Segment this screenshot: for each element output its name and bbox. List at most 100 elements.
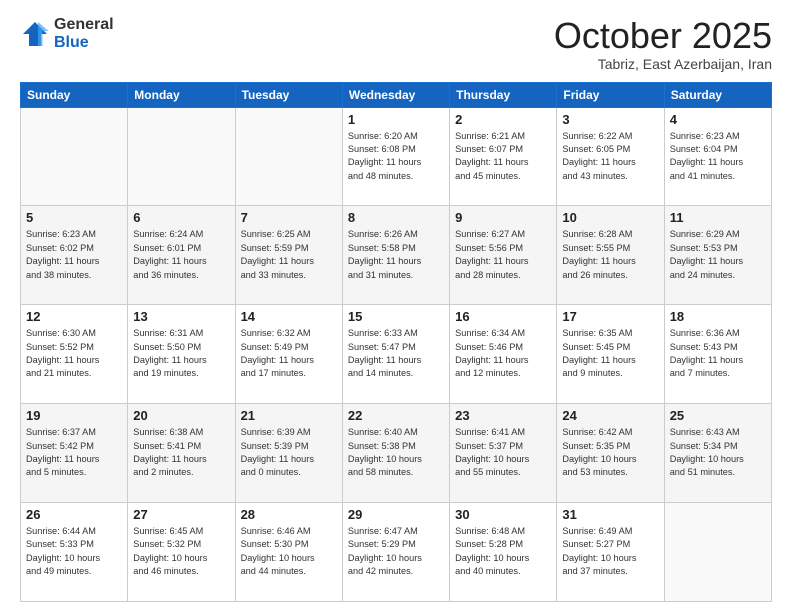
calendar-week-row: 19 Sunrise: 6:37 AM Sunset: 5:42 PM Dayli… [21,404,772,503]
calendar-cell: 30 Sunrise: 6:48 AM Sunset: 5:28 PM Dayli… [450,503,557,602]
calendar-cell: 14 Sunrise: 6:32 AM Sunset: 5:49 PM Dayli… [235,305,342,404]
calendar-cell: 15 Sunrise: 6:33 AM Sunset: 5:47 PM Dayli… [342,305,449,404]
calendar-cell: 19 Sunrise: 6:37 AM Sunset: 5:42 PM Dayli… [21,404,128,503]
day-number: 31 [562,507,658,522]
calendar-cell [235,107,342,206]
calendar-cell: 2Sunrise: 6:21 AM Sunset: 6:07 PM Daylig… [450,107,557,206]
day-number: 19 [26,408,122,423]
day-info: Sunrise: 6:23 AM Sunset: 6:04 PM Dayligh… [670,130,766,183]
day-number: 12 [26,309,122,324]
calendar-cell: 18 Sunrise: 6:36 AM Sunset: 5:43 PM Dayli… [664,305,771,404]
calendar-cell: 23 Sunrise: 6:41 AM Sunset: 5:37 PM Dayli… [450,404,557,503]
calendar-cell: 13 Sunrise: 6:31 AM Sunset: 5:50 PM Dayli… [128,305,235,404]
day-info: Sunrise: 6:48 AM Sunset: 5:28 PM Dayligh… [455,525,551,578]
day-info: Sunrise: 6:32 AM Sunset: 5:49 PM Dayligh… [241,327,337,380]
calendar-cell: 6Sunrise: 6:24 AM Sunset: 6:01 PM Daylig… [128,206,235,305]
calendar-cell: 1 Sunrise: 6:20 AM Sunset: 6:08 PM Daylig… [342,107,449,206]
day-info: Sunrise: 6:24 AM Sunset: 6:01 PM Dayligh… [133,228,229,281]
day-info: Sunrise: 6:47 AM Sunset: 5:29 PM Dayligh… [348,525,444,578]
header: General Blue October 2025 Tabriz, East A… [20,16,772,72]
day-number: 26 [26,507,122,522]
logo-icon [20,19,50,49]
calendar-cell [664,503,771,602]
day-number: 4 [670,112,766,127]
day-info: Sunrise: 6:36 AM Sunset: 5:43 PM Dayligh… [670,327,766,380]
day-number: 29 [348,507,444,522]
day-number: 3 [562,112,658,127]
day-number: 8 [348,210,444,225]
day-info: Sunrise: 6:41 AM Sunset: 5:37 PM Dayligh… [455,426,551,479]
calendar-cell: 21 Sunrise: 6:39 AM Sunset: 5:39 PM Dayli… [235,404,342,503]
logo: General Blue [20,16,114,52]
day-number: 7 [241,210,337,225]
day-number: 27 [133,507,229,522]
day-info: Sunrise: 6:27 AM Sunset: 5:56 PM Dayligh… [455,228,551,281]
day-info: Sunrise: 6:38 AM Sunset: 5:41 PM Dayligh… [133,426,229,479]
day-info: Sunrise: 6:25 AM Sunset: 5:59 PM Dayligh… [241,228,337,281]
day-info: Sunrise: 6:31 AM Sunset: 5:50 PM Dayligh… [133,327,229,380]
day-info: Sunrise: 6:22 AM Sunset: 6:05 PM Dayligh… [562,130,658,183]
calendar-cell: 3 Sunrise: 6:22 AM Sunset: 6:05 PM Daylig… [557,107,664,206]
day-number: 14 [241,309,337,324]
day-info: Sunrise: 6:37 AM Sunset: 5:42 PM Dayligh… [26,426,122,479]
day-number: 16 [455,309,551,324]
calendar-cell: 4 Sunrise: 6:23 AM Sunset: 6:04 PM Daylig… [664,107,771,206]
calendar-header-wednesday: Wednesday [342,82,449,107]
day-info: Sunrise: 6:43 AM Sunset: 5:34 PM Dayligh… [670,426,766,479]
calendar-cell: 11Sunrise: 6:29 AM Sunset: 5:53 PM Dayli… [664,206,771,305]
day-number: 5 [26,210,122,225]
day-info: Sunrise: 6:28 AM Sunset: 5:55 PM Dayligh… [562,228,658,281]
calendar-cell: 5 Sunrise: 6:23 AM Sunset: 6:02 PM Daylig… [21,206,128,305]
calendar-cell [128,107,235,206]
day-number: 2 [455,112,551,127]
day-number: 23 [455,408,551,423]
calendar-cell [21,107,128,206]
day-number: 18 [670,309,766,324]
day-number: 13 [133,309,229,324]
calendar-cell: 12 Sunrise: 6:30 AM Sunset: 5:52 PM Dayli… [21,305,128,404]
day-number: 15 [348,309,444,324]
location-subtitle: Tabriz, East Azerbaijan, Iran [554,56,772,72]
calendar-cell: 25 Sunrise: 6:43 AM Sunset: 5:34 PM Dayli… [664,404,771,503]
day-number: 10 [562,210,658,225]
day-number: 9 [455,210,551,225]
title-section: October 2025 Tabriz, East Azerbaijan, Ir… [554,16,772,72]
day-number: 22 [348,408,444,423]
day-info: Sunrise: 6:39 AM Sunset: 5:39 PM Dayligh… [241,426,337,479]
day-info: Sunrise: 6:29 AM Sunset: 5:53 PM Dayligh… [670,228,766,281]
calendar-header-tuesday: Tuesday [235,82,342,107]
calendar-header-sunday: Sunday [21,82,128,107]
calendar-cell: 24Sunrise: 6:42 AM Sunset: 5:35 PM Dayli… [557,404,664,503]
calendar-cell: 22Sunrise: 6:40 AM Sunset: 5:38 PM Dayli… [342,404,449,503]
day-info: Sunrise: 6:33 AM Sunset: 5:47 PM Dayligh… [348,327,444,380]
calendar-cell: 8Sunrise: 6:26 AM Sunset: 5:58 PM Daylig… [342,206,449,305]
day-info: Sunrise: 6:49 AM Sunset: 5:27 PM Dayligh… [562,525,658,578]
calendar-cell: 26Sunrise: 6:44 AM Sunset: 5:33 PM Dayli… [21,503,128,602]
calendar-cell: 9 Sunrise: 6:27 AM Sunset: 5:56 PM Daylig… [450,206,557,305]
calendar-cell: 17Sunrise: 6:35 AM Sunset: 5:45 PM Dayli… [557,305,664,404]
calendar-cell: 20Sunrise: 6:38 AM Sunset: 5:41 PM Dayli… [128,404,235,503]
day-info: Sunrise: 6:30 AM Sunset: 5:52 PM Dayligh… [26,327,122,380]
calendar-cell: 10 Sunrise: 6:28 AM Sunset: 5:55 PM Dayli… [557,206,664,305]
calendar-header-monday: Monday [128,82,235,107]
day-number: 1 [348,112,444,127]
logo-text: General Blue [54,16,114,52]
calendar-table: SundayMondayTuesdayWednesdayThursdayFrid… [20,82,772,602]
calendar-cell: 28Sunrise: 6:46 AM Sunset: 5:30 PM Dayli… [235,503,342,602]
day-info: Sunrise: 6:46 AM Sunset: 5:30 PM Dayligh… [241,525,337,578]
day-info: Sunrise: 6:23 AM Sunset: 6:02 PM Dayligh… [26,228,122,281]
day-number: 21 [241,408,337,423]
day-info: Sunrise: 6:20 AM Sunset: 6:08 PM Dayligh… [348,130,444,183]
month-title: October 2025 [554,16,772,56]
day-number: 30 [455,507,551,522]
calendar-cell: 7 Sunrise: 6:25 AM Sunset: 5:59 PM Daylig… [235,206,342,305]
calendar-header-saturday: Saturday [664,82,771,107]
calendar-week-row: 26Sunrise: 6:44 AM Sunset: 5:33 PM Dayli… [21,503,772,602]
day-number: 25 [670,408,766,423]
calendar-cell: 29 Sunrise: 6:47 AM Sunset: 5:29 PM Dayli… [342,503,449,602]
day-number: 17 [562,309,658,324]
calendar-week-row: 12 Sunrise: 6:30 AM Sunset: 5:52 PM Dayli… [21,305,772,404]
calendar-cell: 16Sunrise: 6:34 AM Sunset: 5:46 PM Dayli… [450,305,557,404]
day-number: 24 [562,408,658,423]
calendar-cell: 27Sunrise: 6:45 AM Sunset: 5:32 PM Dayli… [128,503,235,602]
